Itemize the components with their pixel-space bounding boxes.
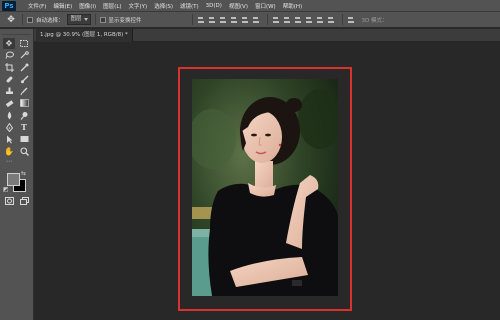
- distribute-top-icon[interactable]: [272, 16, 280, 24]
- align-bottom-icon[interactable]: [219, 16, 227, 24]
- align-right-icon[interactable]: [252, 16, 260, 24]
- show-transform-checkbox[interactable]: [99, 16, 106, 23]
- toolbox-grip[interactable]: [2, 30, 31, 35]
- marquee-tool-icon[interactable]: [18, 38, 30, 49]
- document-tab[interactable]: 1.jpg @ 30.9% (图层 1, RGB/8) *: [36, 29, 133, 42]
- menu-view[interactable]: 视图(V): [229, 2, 248, 10]
- options-bar: ✥ 自动选择： 图层 显示变换控件 3D 模式：: [0, 12, 500, 28]
- menu-select[interactable]: 选择(S): [154, 2, 173, 10]
- foreground-color[interactable]: [7, 173, 20, 186]
- distribute-left-icon[interactable]: [305, 16, 313, 24]
- menu-window[interactable]: 窗口(W): [255, 2, 276, 10]
- quick-mask-icon[interactable]: [3, 196, 15, 207]
- default-colors-icon[interactable]: ◩: [3, 186, 9, 193]
- align-top-icon[interactable]: [197, 16, 205, 24]
- auto-align-icon[interactable]: [347, 16, 355, 24]
- mode-3d-label: 3D 模式：: [361, 17, 388, 24]
- toolbox: ✥ T ✋ ⋯ ⇆ ◩: [0, 29, 34, 320]
- type-tool-icon[interactable]: T: [18, 122, 30, 133]
- stamp-tool-icon[interactable]: [3, 86, 15, 97]
- gradient-tool-icon[interactable]: [18, 98, 30, 109]
- selection-box[interactable]: [178, 67, 352, 311]
- distribute-vcenter-icon[interactable]: [283, 16, 291, 24]
- document-tab-bar: 1.jpg @ 30.9% (图层 1, RGB/8) *: [34, 29, 500, 42]
- show-transform-label: 显示变换控件: [108, 17, 142, 24]
- menu-file[interactable]: 文件(F): [28, 2, 46, 10]
- eraser-tool-icon[interactable]: [3, 98, 15, 109]
- pen-tool-icon[interactable]: [3, 122, 15, 133]
- healing-tool-icon[interactable]: [3, 74, 15, 85]
- divider: [266, 14, 268, 25]
- menu-type[interactable]: 文字(Y): [129, 2, 148, 10]
- align-vcenter-icon[interactable]: [208, 16, 216, 24]
- rectangle-tool-icon[interactable]: [18, 134, 30, 145]
- distribute-bottom-icon[interactable]: [294, 16, 302, 24]
- brush-tool-icon[interactable]: [18, 74, 30, 85]
- eyedropper-tool-icon[interactable]: [18, 62, 30, 73]
- auto-select-dropdown[interactable]: 图层: [66, 14, 91, 25]
- screen-mode-icon[interactable]: [18, 196, 30, 207]
- menu-image[interactable]: 图像(I): [79, 2, 96, 10]
- photoshop-logo: Ps: [2, 0, 16, 11]
- align-left-icon[interactable]: [230, 16, 238, 24]
- move-tool-preset-icon[interactable]: ✥: [4, 14, 18, 26]
- auto-select-checkbox[interactable]: [27, 16, 33, 23]
- menu-help[interactable]: 帮助(H): [283, 2, 302, 10]
- menu-3d[interactable]: 3D(D): [206, 3, 222, 9]
- swap-colors-icon[interactable]: ⇆: [21, 170, 26, 177]
- auto-select-label: 自动选择：: [36, 17, 64, 24]
- quick-select-tool-icon[interactable]: [18, 50, 30, 61]
- path-select-tool-icon[interactable]: [3, 134, 15, 145]
- blur-tool-icon[interactable]: [3, 110, 15, 121]
- more-tools-icon[interactable]: ⋯: [3, 156, 15, 167]
- menu-filter[interactable]: 滤镜(T): [180, 2, 199, 10]
- align-hcenter-icon[interactable]: [241, 16, 249, 24]
- menu-bar: Ps 文件(F) 编辑(E) 图像(I) 图层(L) 文字(Y) 选择(S) 滤…: [0, 0, 500, 12]
- distribute-right-icon[interactable]: [327, 16, 335, 24]
- menu-edit[interactable]: 编辑(E): [53, 2, 72, 10]
- divider: [341, 14, 343, 25]
- color-swatches: ⇆ ◩: [0, 169, 33, 195]
- history-brush-tool-icon[interactable]: [18, 86, 30, 97]
- divider: [22, 14, 23, 25]
- move-tool-icon[interactable]: ✥: [3, 37, 15, 49]
- divider: [94, 14, 96, 25]
- zoom-tool-icon[interactable]: [18, 146, 30, 157]
- divider: [191, 14, 193, 25]
- crop-tool-icon[interactable]: [3, 62, 15, 73]
- dodge-tool-icon[interactable]: [18, 110, 30, 121]
- lasso-tool-icon[interactable]: [3, 50, 15, 61]
- menu-layer[interactable]: 图层(L): [103, 2, 121, 10]
- distribute-hcenter-icon[interactable]: [316, 16, 324, 24]
